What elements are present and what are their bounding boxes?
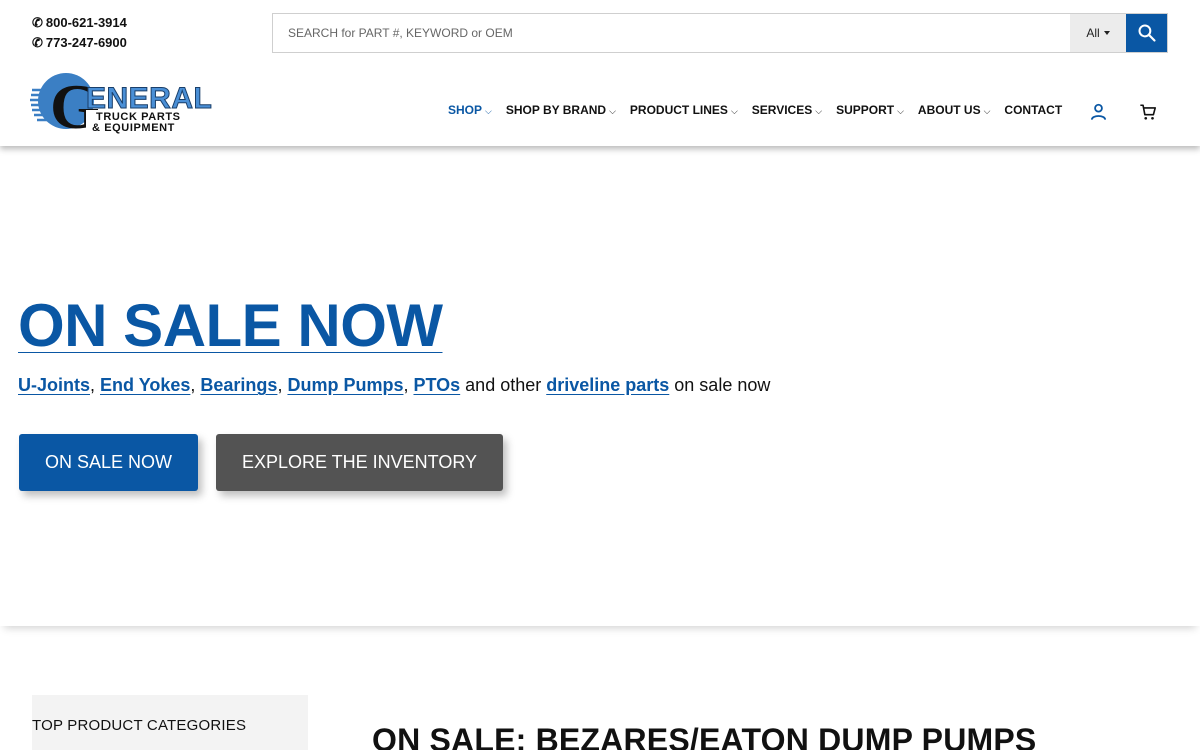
nav-label: SUPPORT <box>836 103 895 117</box>
phone-number-1[interactable]: ✆ 800-621-3914 <box>32 15 127 31</box>
nav-label: SHOP <box>448 103 483 117</box>
search-button[interactable] <box>1126 14 1167 52</box>
explore-inventory-button[interactable]: EXPLORE THE INVENTORY <box>216 434 503 491</box>
link-end-yokes[interactable]: End Yokes <box>100 375 190 395</box>
link-dump-pumps[interactable]: Dump Pumps <box>287 375 403 395</box>
search-input[interactable] <box>273 14 1070 52</box>
link-driveline-parts[interactable]: driveline parts <box>546 375 669 395</box>
search-scope-dropdown[interactable]: All <box>1070 14 1126 52</box>
chevron-down-icon: ⌵ <box>485 105 492 116</box>
logo-tagline-2: & EQUIPMENT <box>92 122 175 134</box>
hero-title[interactable]: ON SALE NOW <box>18 291 443 360</box>
nav-contact[interactable]: CONTACT <box>1004 103 1062 117</box>
phone-icon: ✆ <box>32 35 43 50</box>
phone-icon: ✆ <box>32 15 43 30</box>
nav-label: PRODUCT LINES <box>629 103 728 117</box>
on-sale-now-button[interactable]: ON SALE NOW <box>19 434 198 491</box>
nav-shop-by-brand[interactable]: SHOP BY BRAND ⌵ <box>506 103 616 117</box>
account-button[interactable] <box>1089 102 1108 126</box>
main-nav: SHOP ⌵ SHOP BY BRAND ⌵ PRODUCT LINES ⌵ SERV… <box>448 103 1076 117</box>
link-u-joints[interactable]: U-Joints <box>18 375 90 395</box>
chevron-down-icon: ⌵ <box>730 105 738 116</box>
cart-button[interactable] <box>1139 103 1157 126</box>
user-icon <box>1090 103 1107 120</box>
chevron-down-icon: ⌵ <box>815 105 823 116</box>
caret-down-icon <box>1103 31 1110 35</box>
nav-support[interactable]: SUPPORT ⌵ <box>836 103 904 117</box>
separator: , <box>90 375 101 395</box>
nav-services[interactable]: SERVICES ⌵ <box>752 103 822 117</box>
nav-product-lines[interactable]: PRODUCT LINES ⌵ <box>630 103 738 117</box>
hero-banner: ON SALE NOW U-Joints, End Yokes, Bearing… <box>0 146 1200 626</box>
nav-shop[interactable]: SHOP ⌵ <box>448 103 492 117</box>
cart-icon <box>1140 104 1157 120</box>
phone-number-text: 800-621-3914 <box>45 15 127 30</box>
phone-number-2[interactable]: ✆ 773-247-6900 <box>32 35 127 51</box>
search-bar: All <box>272 13 1168 53</box>
nav-label: CONTACT <box>1004 103 1063 117</box>
nav-label: ABOUT US <box>917 103 981 117</box>
search-icon <box>1138 24 1156 42</box>
separator: , <box>403 375 414 395</box>
hero-text: and other <box>460 375 547 395</box>
chevron-down-icon: ⌵ <box>609 105 616 116</box>
chevron-down-icon: ⌵ <box>897 105 904 116</box>
nav-about-us[interactable]: ABOUT US ⌵ <box>918 103 991 117</box>
site-header: ✆800-621-3914 ✆773-247-6900 All <box>0 0 1200 146</box>
separator: , <box>277 375 288 395</box>
hero-text: on sale now <box>669 375 771 395</box>
nav-label: SHOP BY BRAND <box>505 103 607 117</box>
chevron-down-icon: ⌵ <box>983 105 991 116</box>
hero-description: U-Joints, End Yokes, Bearings, Dump Pump… <box>18 375 770 396</box>
link-ptos[interactable]: PTOs <box>413 375 460 395</box>
site-logo[interactable]: G ENERAL TRUCK PARTS & EQUIPMENT <box>30 68 234 142</box>
nav-label: SERVICES <box>751 103 813 117</box>
categories-title: TOP PRODUCT CATEGORIES <box>32 717 247 734</box>
phone-number-text: 773-247-6900 <box>45 35 127 50</box>
sale-heading: ON SALE: BEZARES/EATON DUMP PUMPS <box>372 722 1037 750</box>
separator: , <box>190 375 201 395</box>
search-scope-value: All <box>1086 26 1100 40</box>
link-bearings[interactable]: Bearings <box>200 375 277 395</box>
